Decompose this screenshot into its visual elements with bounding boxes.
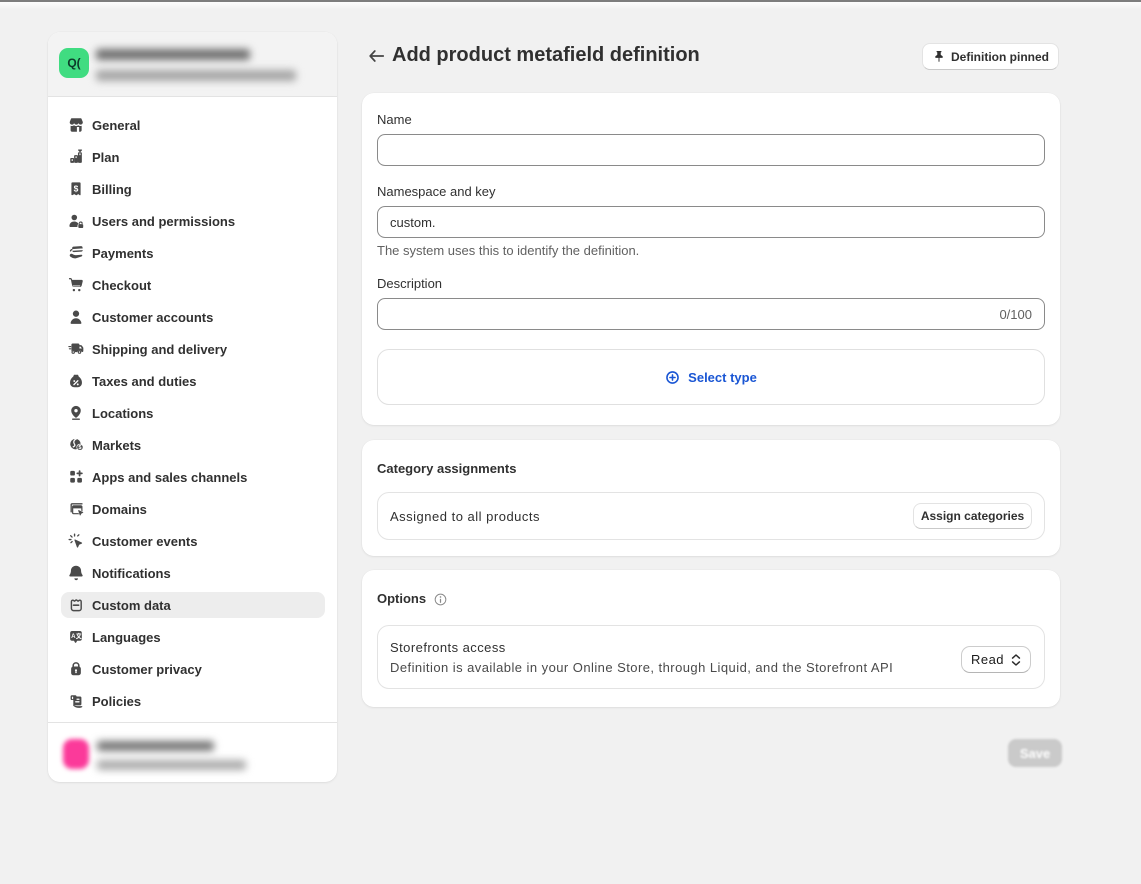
svg-text:A: A xyxy=(71,633,76,640)
svg-text:$: $ xyxy=(74,183,79,193)
